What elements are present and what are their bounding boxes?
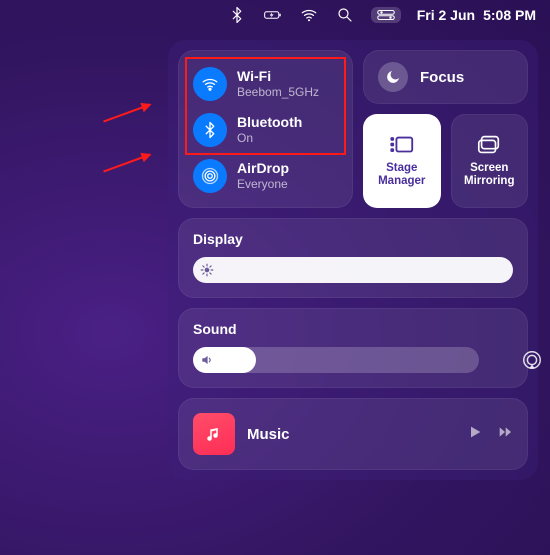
- airplay-audio-icon[interactable]: [521, 349, 543, 371]
- screen-mirroring-button[interactable]: Screen Mirroring: [451, 114, 529, 208]
- display-label: Display: [193, 231, 513, 247]
- music-app-icon: [193, 413, 235, 455]
- menu-bar-date: Fri 2 Jun: [417, 7, 475, 23]
- bluetooth-toggle[interactable]: Bluetooth On: [191, 109, 340, 155]
- airdrop-icon: [193, 159, 227, 193]
- music-card[interactable]: Music: [178, 398, 528, 470]
- next-track-button[interactable]: [497, 424, 513, 445]
- sound-label: Sound: [193, 321, 513, 337]
- control-center-panel: Wi-Fi Beebom_5GHz Bluetooth On AirDr: [168, 40, 538, 480]
- display-slider[interactable]: [193, 257, 513, 283]
- annotation-arrow: [103, 104, 151, 123]
- volume-icon: [200, 353, 214, 367]
- music-title: Music: [247, 426, 455, 443]
- focus-button[interactable]: Focus: [363, 50, 528, 104]
- wifi-subtitle: Beebom_5GHz: [237, 85, 319, 100]
- connectivity-card: Wi-Fi Beebom_5GHz Bluetooth On AirDr: [178, 50, 353, 208]
- sound-slider[interactable]: [193, 347, 479, 373]
- wifi-icon: [193, 67, 227, 101]
- play-button[interactable]: [467, 424, 483, 445]
- wifi-title: Wi-Fi: [237, 68, 319, 86]
- stage-manager-label: Stage Manager: [368, 162, 436, 188]
- control-center-menubar-icon[interactable]: [371, 7, 401, 23]
- spotlight-search-icon[interactable]: [335, 5, 355, 25]
- menu-bar-clock[interactable]: Fri 2 Jun 5:08 PM: [417, 7, 536, 23]
- display-card: Display: [178, 218, 528, 298]
- battery-menubar-icon[interactable]: [263, 5, 283, 25]
- wifi-menubar-icon[interactable]: [299, 5, 319, 25]
- airdrop-toggle[interactable]: AirDrop Everyone: [191, 155, 340, 195]
- stage-manager-button[interactable]: Stage Manager: [363, 114, 441, 208]
- focus-label: Focus: [420, 69, 464, 86]
- bluetooth-title: Bluetooth: [237, 114, 302, 132]
- menu-bar: Fri 2 Jun 5:08 PM: [0, 0, 550, 30]
- wifi-toggle[interactable]: Wi-Fi Beebom_5GHz: [191, 63, 340, 109]
- brightness-icon: [200, 263, 214, 277]
- annotation-arrow: [103, 154, 151, 173]
- sound-card: Sound: [178, 308, 528, 388]
- bluetooth-menubar-icon[interactable]: [227, 5, 247, 25]
- menu-bar-time: 5:08 PM: [483, 7, 536, 23]
- screen-mirroring-label: Screen Mirroring: [456, 162, 524, 188]
- moon-icon: [378, 62, 408, 92]
- airdrop-subtitle: Everyone: [237, 177, 289, 192]
- airdrop-title: AirDrop: [237, 160, 289, 178]
- bluetooth-subtitle: On: [237, 131, 302, 146]
- bluetooth-icon: [193, 113, 227, 147]
